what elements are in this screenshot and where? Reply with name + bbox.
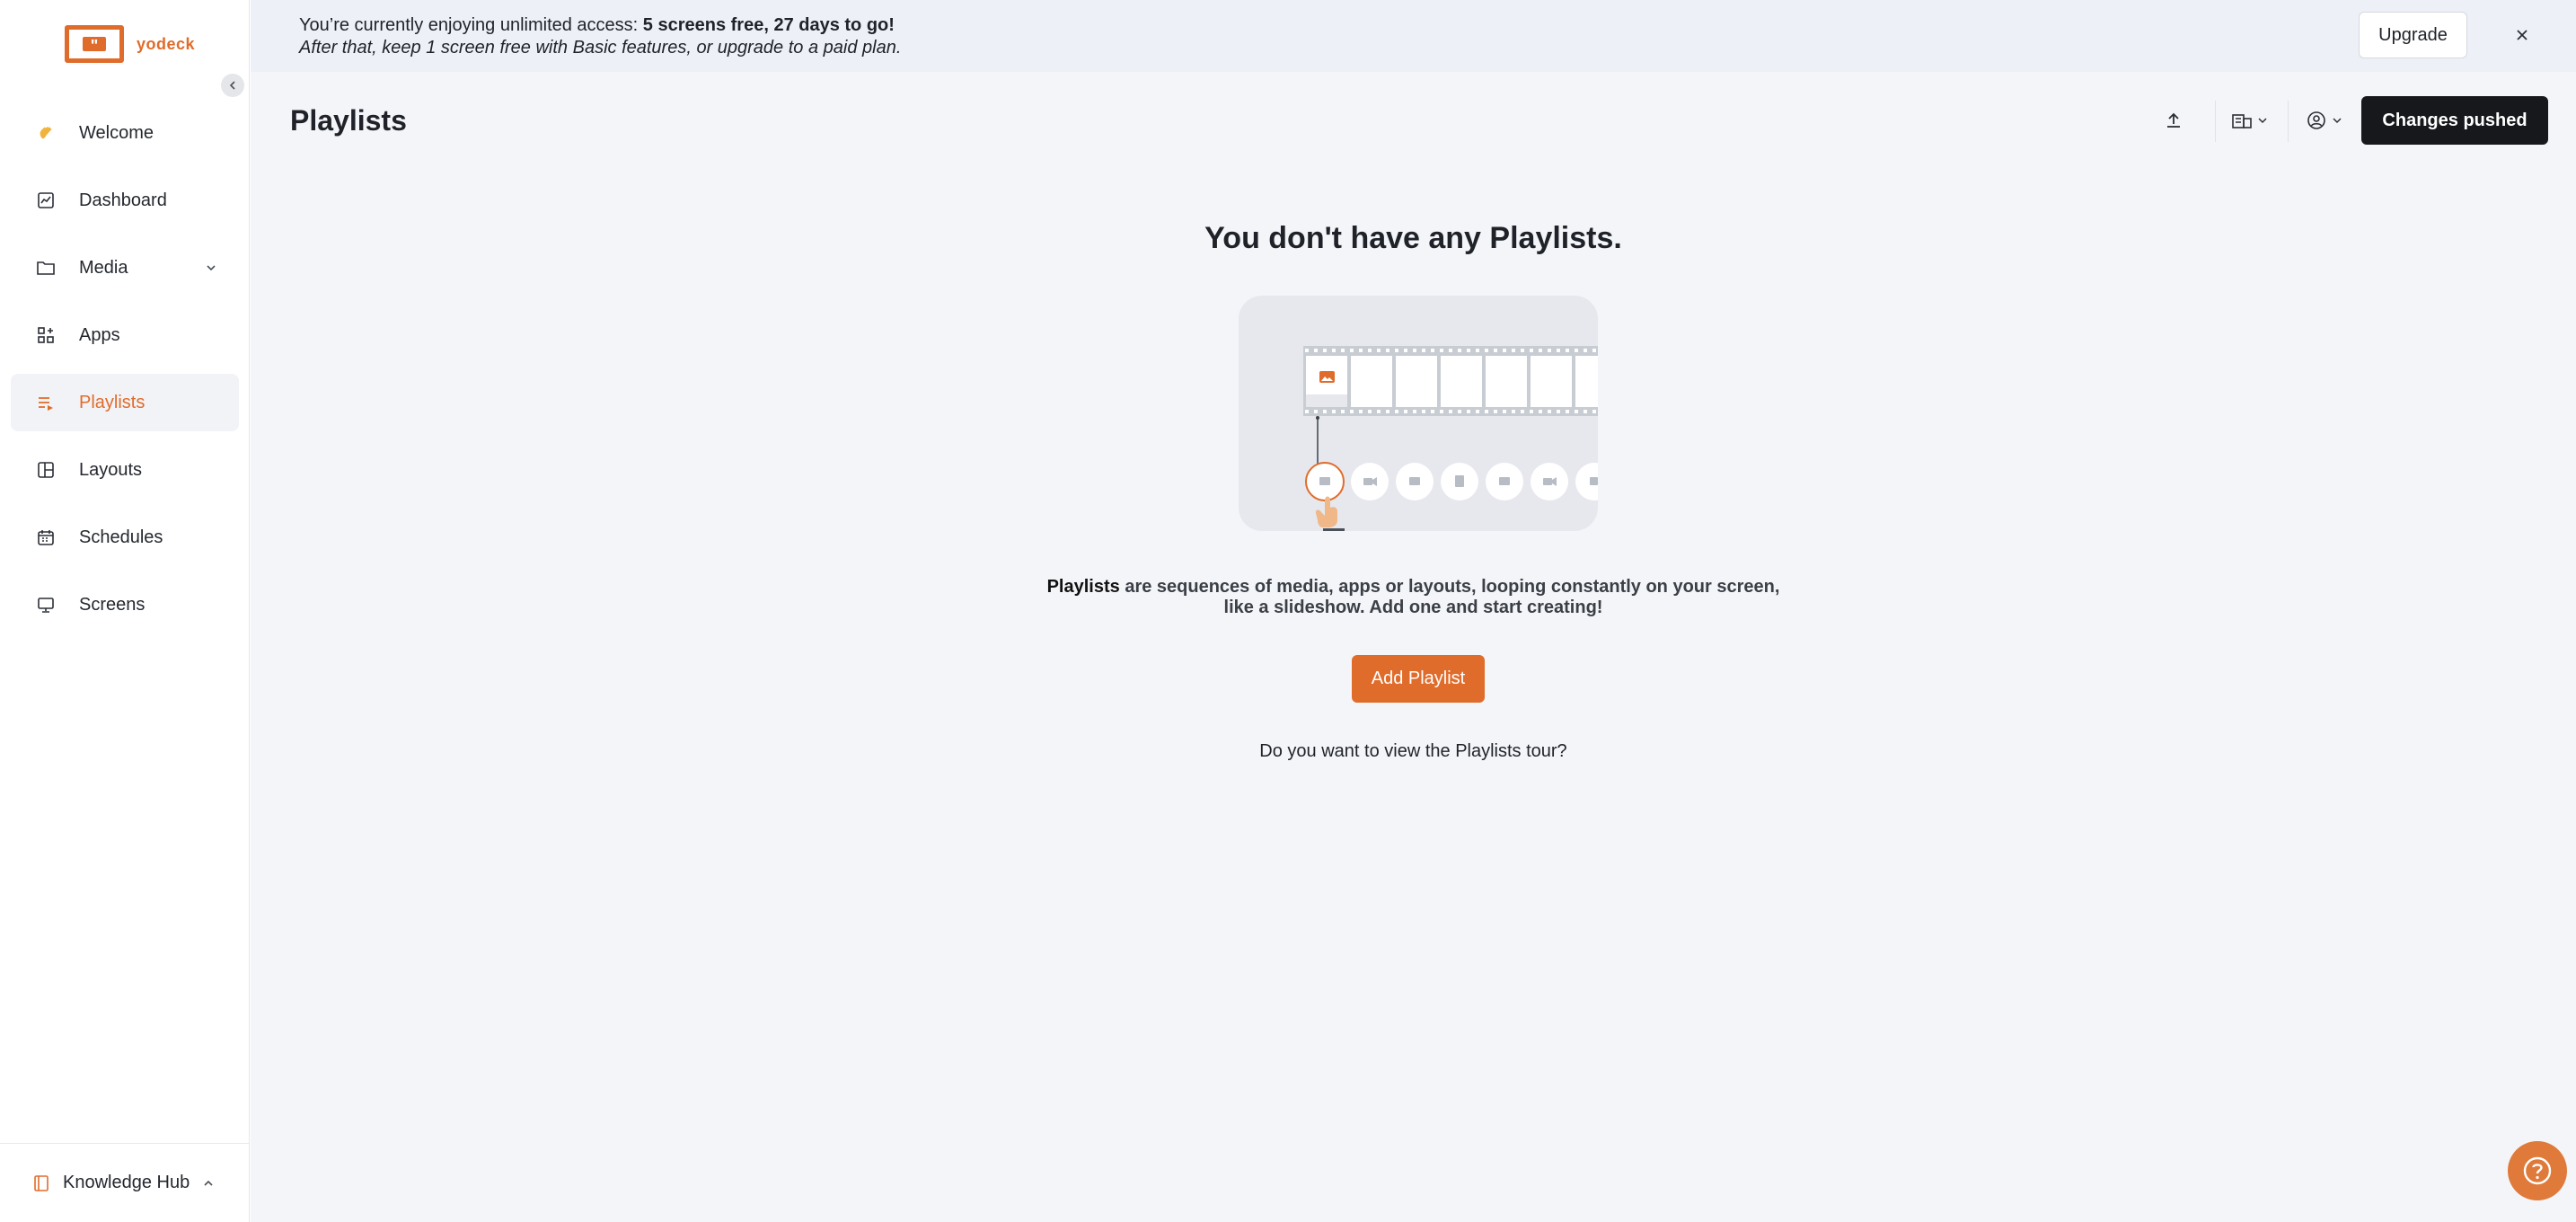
sidebar-nav: Welcome Dashboard Media Apps Playlists L… <box>11 104 239 643</box>
banner-line2: After that, keep 1 screen free with Basi… <box>299 38 902 58</box>
upload-icon <box>2167 112 2180 128</box>
chevron-down-icon <box>2333 118 2342 124</box>
sidebar-item-layouts[interactable]: Layouts <box>11 441 239 499</box>
sidebar-item-label: Layouts <box>79 459 143 480</box>
chevron-left-icon <box>229 81 235 90</box>
user-circle-icon <box>2307 111 2325 129</box>
sidebar-item-screens[interactable]: Screens <box>11 576 239 633</box>
page-title: Playlists <box>290 104 407 137</box>
sidebar-item-dashboard[interactable]: Dashboard <box>11 172 239 229</box>
logo-mark-icon: " <box>65 25 124 63</box>
logo-text: yodeck <box>137 34 196 53</box>
sidebar-item-label: Welcome <box>79 122 154 143</box>
sidebar-item-schedules[interactable]: Schedules <box>11 509 239 566</box>
yodeck-logo[interactable]: " yodeck <box>65 25 195 63</box>
trial-banner: You’re currently enjoying unlimited acce… <box>251 0 2576 72</box>
playlists-tour-link[interactable]: Do you want to view the Playlists tour? <box>251 741 2576 762</box>
help-button[interactable] <box>2508 1141 2567 1200</box>
empty-state-description-rest: are sequences of media, apps or layouts,… <box>1119 577 1780 617</box>
knowledge-hub-label: Knowledge Hub <box>63 1173 190 1192</box>
playlist-illustration <box>1239 296 1598 531</box>
empty-state-title: You don't have any Playlists. <box>1204 221 1622 255</box>
main-content: You’re currently enjoying unlimited acce… <box>251 0 2576 1222</box>
toolbar-divider <box>2288 101 2289 142</box>
dashboard-chart-icon <box>36 190 56 210</box>
sidebar-item-media[interactable]: Media <box>11 239 239 297</box>
sidebar-item-apps[interactable]: Apps <box>11 306 239 364</box>
playlist-icon <box>36 393 56 412</box>
empty-state-description-bold: Playlists <box>1046 577 1120 597</box>
sidebar-item-label: Playlists <box>79 392 146 412</box>
sidebar-item-welcome[interactable]: Welcome <box>11 104 239 162</box>
chevron-down-icon <box>205 259 217 279</box>
chevron-down-icon <box>2258 118 2267 124</box>
folder-icon <box>36 258 56 278</box>
building-icon <box>2232 114 2252 128</box>
chevron-up-icon <box>202 1177 215 1190</box>
sidebar-item-playlists[interactable]: Playlists <box>11 374 239 431</box>
empty-state-description: Playlists are sequences of media, apps o… <box>1032 577 1795 618</box>
layout-icon <box>36 460 56 480</box>
close-icon <box>2517 30 2527 40</box>
sidebar-item-label: Screens <box>79 594 146 615</box>
banner-line1-highlight: 5 screens free, 27 days to go! <box>642 15 895 35</box>
sidebar-item-label: Dashboard <box>79 190 167 210</box>
knowledge-hub-button[interactable]: Knowledge Hub <box>0 1143 250 1222</box>
add-playlist-button[interactable]: Add Playlist <box>1352 655 1485 703</box>
toolbar-divider <box>2215 101 2216 142</box>
upgrade-button[interactable]: Upgrade <box>2359 12 2467 58</box>
user-menu[interactable] <box>2307 102 2342 138</box>
apps-grid-icon <box>36 325 56 345</box>
workspace-switcher[interactable] <box>2232 102 2268 138</box>
upload-button[interactable] <box>2164 102 2183 138</box>
banner-line1-prefix: You’re currently enjoying unlimited acce… <box>299 15 643 35</box>
sidebar-item-label: Apps <box>79 324 120 345</box>
close-banner-button[interactable] <box>2510 23 2534 47</box>
sidebar-item-label: Schedules <box>79 527 163 547</box>
collapse-sidebar-button[interactable] <box>221 74 244 97</box>
monitor-icon <box>36 595 56 615</box>
sidebar-item-label: Media <box>79 257 128 278</box>
filmstrip-illustration-icon <box>1303 346 1598 531</box>
calendar-icon <box>36 527 56 547</box>
sidebar: " yodeck Welcome Dashboard Media Apps Pl… <box>0 0 250 1222</box>
trial-banner-text: You’re currently enjoying unlimited acce… <box>299 14 901 59</box>
book-icon <box>32 1174 50 1192</box>
changes-pushed-button[interactable]: Changes pushed <box>2361 96 2548 145</box>
waving-hand-icon <box>36 123 56 143</box>
help-question-icon <box>2523 1156 2552 1185</box>
